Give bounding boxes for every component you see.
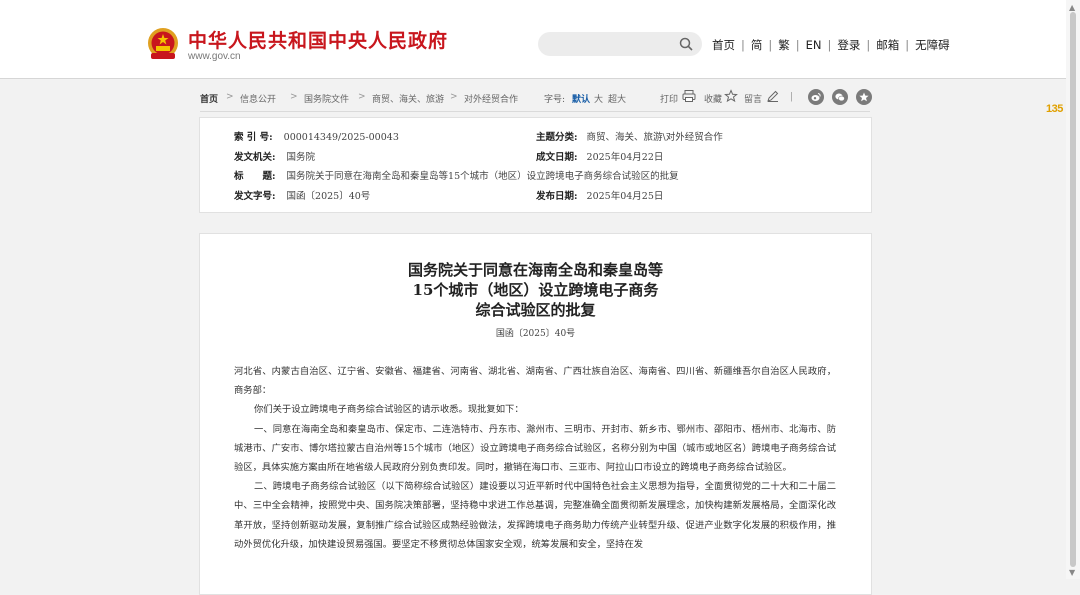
nav-login[interactable]: 登录 (837, 38, 860, 52)
document-number: 国函〔2025〕40号 (495, 329, 576, 339)
top-nav: 首页 | 简 | 繁 | EN | 登录 | 邮箱 | 无障碍 (712, 38, 950, 52)
weibo-share-icon[interactable] (808, 89, 824, 105)
written-date-label: 成文日期: (536, 152, 578, 163)
written-date-value: 2025年04月22日 (586, 152, 664, 163)
breadcrumb-trade[interactable]: 商贸、海关、旅游 (372, 92, 444, 105)
site-title[interactable]: 中华人民共和国中央人民政府 (188, 26, 448, 53)
published-date-label: 发布日期: (536, 191, 578, 202)
font-size-xlarge[interactable]: 超大 (608, 92, 626, 105)
scroll-thumb[interactable] (1070, 12, 1076, 567)
breadcrumb-info[interactable]: 信息公开 (240, 92, 276, 105)
qzone-share-icon[interactable] (856, 89, 872, 105)
breadcrumb-divider (200, 111, 870, 112)
nav-traditional[interactable]: 繁 (778, 38, 790, 52)
index-value: 000014349/2025-00043 (283, 132, 399, 143)
site-url: www.gov.cn (188, 51, 241, 62)
nav-home[interactable]: 首页 (712, 38, 735, 52)
print-label[interactable]: 打印 (660, 92, 678, 105)
paragraph-1: 一、同意在海南全岛和秦皇岛市、保定市、二连浩特市、丹东市、滁州市、三明市、开封市… (234, 423, 836, 474)
site-header: 中华人民共和国中央人民政府 www.gov.cn 首页 | 简 | 繁 | EN | 登录 | 邮箱… (0, 0, 1066, 79)
title-line-3: 综合试验区的批复 (475, 301, 596, 319)
badge-text: 135 (1046, 103, 1063, 115)
star-icon[interactable] (724, 89, 738, 103)
paragraph-2: 二、跨境电子商务综合试验区（以下简称综合试验区）建设要以习近平新时代中国特色社会… (234, 481, 836, 550)
document-metadata: 索 引 号: 000014349/2025-00043 主题分类: 商贸、海关、… (199, 117, 872, 213)
search-icon[interactable] (679, 37, 693, 51)
breadcrumb-foreign-trade[interactable]: 对外经贸合作 (464, 92, 518, 105)
search-input[interactable] (538, 32, 680, 56)
addressee-paragraph: 河北省、内蒙古自治区、辽宁省、安徽省、福建省、河南省、湖北省、湖南省、广西壮族自… (234, 366, 836, 397)
scroll-down-arrow-icon[interactable]: ▼ (1069, 568, 1075, 577)
doc-number-label: 发文字号: (234, 191, 276, 202)
comment-label[interactable]: 留言 (744, 92, 762, 105)
breadcrumb: 首页 > 信息公开 > 国务院文件 > 商贸、海关、旅游 > 对外经贸合作 字号… (200, 86, 870, 108)
document-title: 国务院关于同意在海南全岛和秦皇岛等 15个城市（地区）设立跨境电子商务 综合试验… (200, 260, 871, 320)
national-emblem-icon[interactable] (147, 27, 179, 61)
nav-simplified[interactable]: 简 (751, 38, 763, 52)
title-line-1: 国务院关于同意在海南全岛和秦皇岛等 (407, 261, 663, 279)
nav-accessibility[interactable]: 无障碍 (915, 38, 950, 52)
font-size-label: 字号: (544, 95, 566, 105)
wechat-share-icon[interactable] (832, 89, 848, 105)
printer-icon[interactable] (682, 89, 696, 103)
title-line-2: 15个城市（地区）设立跨境电子商务 (412, 281, 659, 299)
title-value: 国务院关于同意在海南全岛和秦皇岛等15个城市（地区）设立跨境电子商务综合试验区的… (286, 171, 679, 182)
edit-icon[interactable] (766, 89, 780, 103)
favorite-label[interactable]: 收藏 (704, 92, 722, 105)
issuer-value: 国务院 (286, 152, 316, 163)
published-date-value: 2025年04月25日 (586, 191, 664, 202)
vertical-scrollbar[interactable]: ▲ ▼ (1066, 0, 1080, 579)
doc-number-value: 国函〔2025〕40号 (286, 191, 371, 202)
issuer-label: 发文机关: (234, 152, 276, 163)
breadcrumb-state-council-docs[interactable]: 国务院文件 (304, 92, 349, 105)
title-label: 标 题: (234, 171, 276, 182)
floating-badge[interactable]: 135 (1046, 103, 1063, 115)
font-size-default[interactable]: 默认 (572, 92, 590, 105)
article-body: 国务院关于同意在海南全岛和秦皇岛等 15个城市（地区）设立跨境电子商务 综合试验… (199, 233, 872, 595)
breadcrumb-home[interactable]: 首页 (200, 92, 218, 105)
scroll-up-arrow-icon[interactable]: ▲ (1069, 3, 1075, 12)
category-value: 商贸、海关、旅游\对外经贸合作 (586, 132, 723, 143)
category-label: 主题分类: (536, 132, 578, 143)
nav-english[interactable]: EN (806, 38, 822, 52)
font-size-large[interactable]: 大 (594, 92, 603, 105)
paragraph-reply: 你们关于设立跨境电子商务综合试验区的请示收悉。现批复如下： (254, 404, 524, 416)
index-label: 索 引 号: (234, 132, 273, 143)
document-text: 河北省、内蒙古自治区、辽宁省、安徽省、福建省、河南省、湖北省、湖南省、广西壮族自… (234, 362, 836, 554)
search-box (538, 32, 702, 56)
nav-mail[interactable]: 邮箱 (876, 38, 899, 52)
